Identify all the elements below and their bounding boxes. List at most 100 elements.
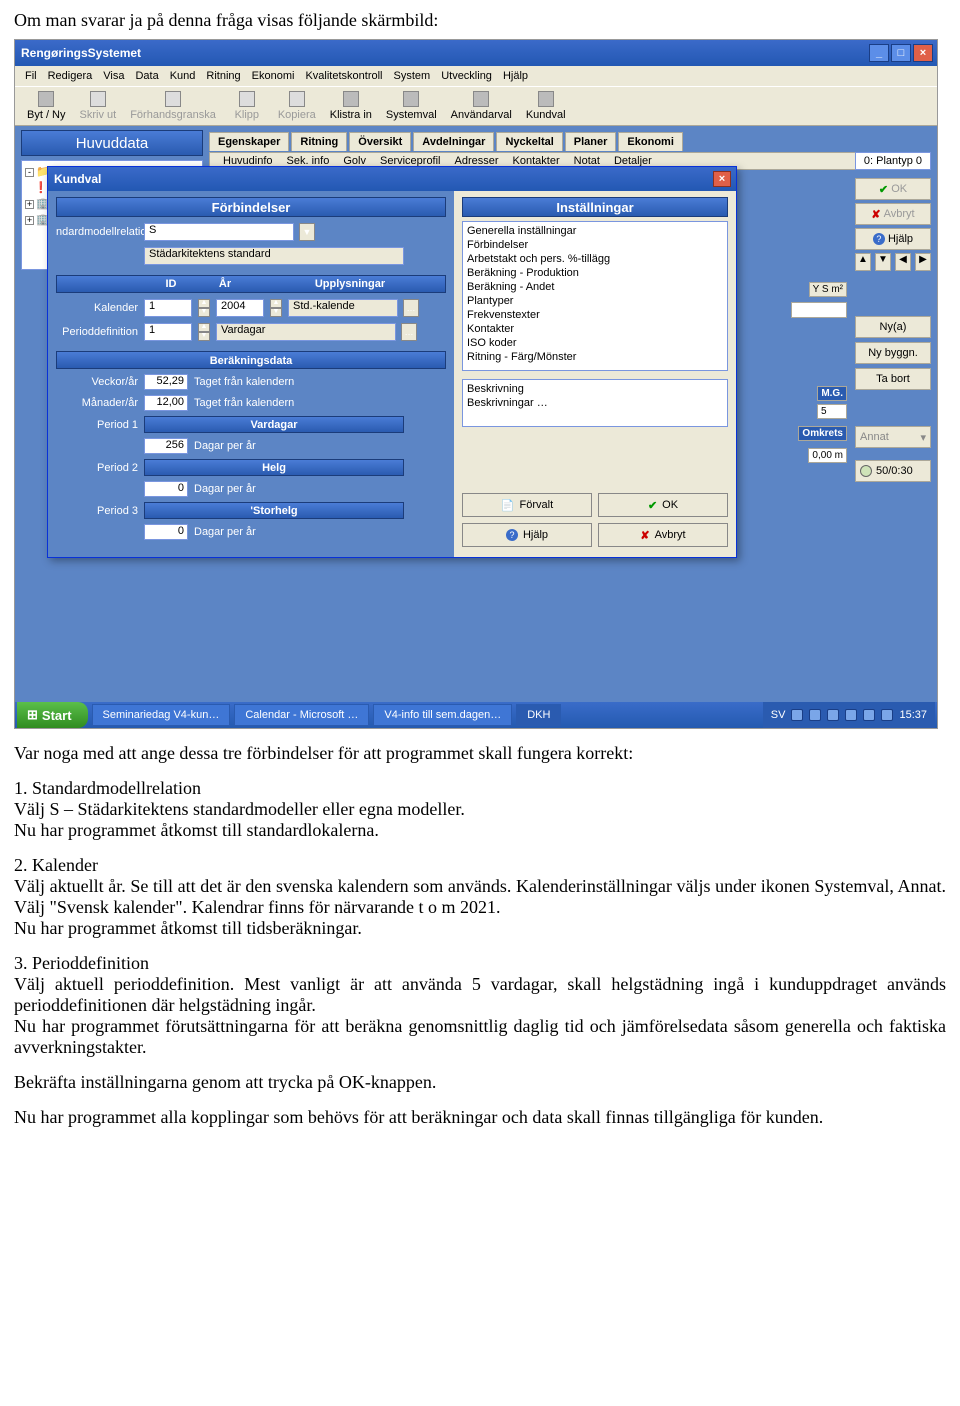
minimize-button[interactable]: _ bbox=[869, 44, 889, 62]
taskbar-item[interactable]: DKH bbox=[516, 704, 561, 726]
stub-omkrets: Omkrets bbox=[798, 426, 847, 441]
arrow-right-icon[interactable]: ▶ bbox=[915, 253, 931, 271]
chevron-down-icon[interactable]: ▼ bbox=[299, 223, 315, 241]
menu-item[interactable]: Visa bbox=[99, 69, 128, 83]
stub-field bbox=[791, 302, 847, 318]
toolbar-kundval[interactable]: Kundval bbox=[520, 89, 572, 123]
toolbar-byt[interactable]: Byt / Ny bbox=[21, 89, 72, 123]
tabort-button[interactable]: Ta bort bbox=[855, 368, 931, 390]
close-button[interactable]: × bbox=[913, 44, 933, 62]
taskbar-item[interactable]: Seminariedag V4-kun… bbox=[92, 704, 231, 726]
list-item[interactable]: Plantyper bbox=[467, 294, 723, 308]
taskbar-item[interactable]: V4-info till sem.dagen… bbox=[373, 704, 512, 726]
list-item[interactable]: Förbindelser bbox=[467, 238, 723, 252]
hjalp-button[interactable]: ? Hjälp bbox=[855, 228, 931, 250]
list-item[interactable]: Ritning - Färg/Mönster bbox=[467, 350, 723, 364]
body-text: Välj aktuellt år. Se till att det är den… bbox=[14, 876, 946, 918]
maximize-button[interactable]: □ bbox=[891, 44, 911, 62]
arrow-up-icon[interactable]: ▲ bbox=[855, 253, 871, 271]
toolbar-systemval[interactable]: Systemval bbox=[380, 89, 443, 123]
kalender-id-input[interactable]: 1 bbox=[144, 299, 192, 317]
menu-item[interactable]: System bbox=[390, 69, 435, 83]
dialog-ok-button[interactable]: ✔OK bbox=[598, 493, 728, 517]
ellipsis-button[interactable]: … bbox=[403, 299, 419, 317]
ny-button[interactable]: Ny(a) bbox=[855, 316, 931, 338]
toolbar: Byt / Ny Skriv ut Förhandsgranska Klipp … bbox=[15, 86, 937, 126]
spin-down-icon[interactable]: ▼ bbox=[198, 308, 210, 317]
clock[interactable]: 15:37 bbox=[899, 709, 927, 721]
dialog-close-button[interactable]: × bbox=[713, 171, 731, 187]
menu-item[interactable]: Fil bbox=[21, 69, 41, 83]
tab-ritning[interactable]: Ritning bbox=[291, 132, 347, 151]
list-item[interactable]: Beskrivningar … bbox=[467, 396, 723, 410]
taskbar: ⊞Start Seminariedag V4-kun… Calendar - M… bbox=[15, 702, 937, 728]
taskbar-item[interactable]: Calendar - Microsoft … bbox=[234, 704, 369, 726]
stub-ys: Y S m² bbox=[809, 282, 847, 297]
clock-icon bbox=[860, 465, 872, 477]
customer-icon bbox=[538, 91, 554, 107]
dialog-hjalp-button[interactable]: ?Hjälp bbox=[462, 523, 592, 547]
toolbar-kopiera[interactable]: Kopiera bbox=[272, 89, 322, 123]
tray-icon[interactable] bbox=[791, 709, 803, 721]
manader-value: 12,00 bbox=[144, 395, 188, 411]
toolbar-klistra[interactable]: Klistra in bbox=[324, 89, 378, 123]
list-item[interactable]: Beräkning - Produktion bbox=[467, 266, 723, 280]
ok-button[interactable]: ✔ OK bbox=[855, 178, 931, 200]
menu-item[interactable]: Ekonomi bbox=[248, 69, 299, 83]
toolbar-skrivut[interactable]: Skriv ut bbox=[74, 89, 123, 123]
menu-item[interactable]: Data bbox=[131, 69, 162, 83]
menu-item[interactable]: Redigera bbox=[44, 69, 97, 83]
clock-button[interactable]: 50/0:30 bbox=[855, 460, 931, 482]
dialog-avbryt-button[interactable]: ✘Avbryt bbox=[598, 523, 728, 547]
spin-up-icon[interactable]: ▲ bbox=[198, 299, 210, 308]
tab-avdelningar[interactable]: Avdelningar bbox=[413, 132, 494, 151]
list-item[interactable]: Kontakter bbox=[467, 322, 723, 336]
tray-icon[interactable] bbox=[881, 709, 893, 721]
arrow-left-icon[interactable]: ◀ bbox=[895, 253, 911, 271]
menu-item[interactable]: Hjälp bbox=[499, 69, 532, 83]
list-item[interactable]: Beskrivning bbox=[467, 382, 723, 396]
tab-oversikt[interactable]: Översikt bbox=[349, 132, 411, 151]
menu-item[interactable]: Kund bbox=[166, 69, 200, 83]
tray-icon[interactable] bbox=[845, 709, 857, 721]
menu-item[interactable]: Utveckling bbox=[437, 69, 496, 83]
list-item[interactable]: Arbetstakt och pers. %-tillägg bbox=[467, 252, 723, 266]
user-icon bbox=[473, 91, 489, 107]
tray-icon[interactable] bbox=[863, 709, 875, 721]
annat-button[interactable]: Annat▾ bbox=[855, 426, 931, 448]
stub-omkrets-val: 0,00 m bbox=[808, 448, 847, 463]
menu-item[interactable]: Kvalitetskontroll bbox=[301, 69, 386, 83]
plantyp-select[interactable]: 0: Plantyp 0 bbox=[855, 152, 931, 170]
settings-list: Generella inställningar Förbindelser Arb… bbox=[462, 221, 728, 371]
avbryt-button[interactable]: ✘ Avbryt bbox=[855, 203, 931, 225]
huvuddata-tab[interactable]: Huvuddata bbox=[21, 130, 203, 156]
period-id-input[interactable]: 1 bbox=[144, 323, 192, 341]
ellipsis-button[interactable]: … bbox=[401, 323, 417, 341]
arrow-down-icon[interactable]: ▼ bbox=[875, 253, 891, 271]
toolbar-klipp[interactable]: Klipp bbox=[224, 89, 270, 123]
relation-desc: Städarkitektens standard bbox=[144, 247, 404, 265]
kalender-ar-input[interactable]: 2004 bbox=[216, 299, 264, 317]
list-item[interactable]: Beräkning - Andet bbox=[467, 280, 723, 294]
menu-item[interactable]: Ritning bbox=[202, 69, 244, 83]
tray-icon[interactable] bbox=[809, 709, 821, 721]
toolbar-anvandarval[interactable]: Användarval bbox=[445, 89, 518, 123]
forvalt-button[interactable]: 📄Förvalt bbox=[462, 493, 592, 517]
nybyggn-button[interactable]: Ny byggn. bbox=[855, 342, 931, 364]
list-item[interactable]: Generella inställningar bbox=[467, 224, 723, 238]
start-button[interactable]: ⊞Start bbox=[17, 702, 88, 728]
lang-indicator[interactable]: SV bbox=[771, 709, 786, 721]
toolbar-preview[interactable]: Förhandsgranska bbox=[124, 89, 222, 123]
tab-planer[interactable]: Planer bbox=[565, 132, 617, 151]
list-item[interactable]: Frekvenstexter bbox=[467, 308, 723, 322]
tab-ekonomi[interactable]: Ekonomi bbox=[618, 132, 682, 151]
tab-egenskaper[interactable]: Egenskaper bbox=[209, 132, 289, 151]
list-item[interactable]: ISO koder bbox=[467, 336, 723, 350]
relation-select[interactable]: S bbox=[144, 223, 294, 241]
section-2-title: 2. Kalender bbox=[14, 855, 946, 876]
window-titlebar: RengøringsSystemet _ □ × bbox=[15, 40, 937, 66]
tab-nyckeltal[interactable]: Nyckeltal bbox=[496, 132, 562, 151]
tray-icon[interactable] bbox=[827, 709, 839, 721]
p1-value: 256 bbox=[144, 438, 188, 454]
stub-mg: M.G. bbox=[817, 386, 847, 401]
